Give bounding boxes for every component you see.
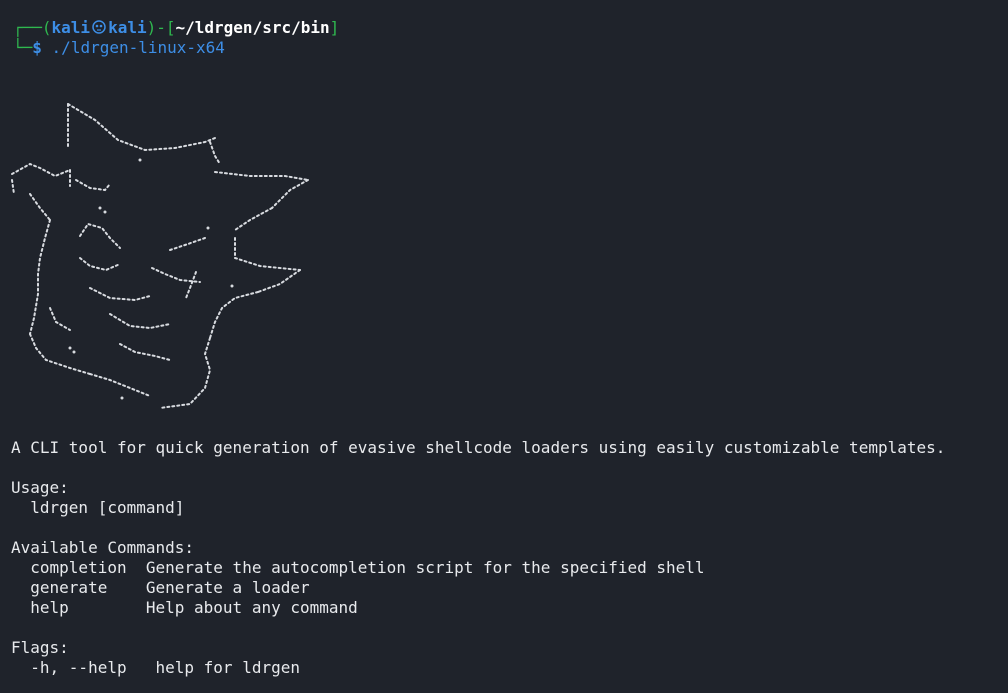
command-row-completion: completion Generate the autocompletion s… — [11, 558, 705, 578]
prompt-path: ~/ldrgen/src/bin — [175, 18, 330, 37]
ascii-art-logo — [10, 98, 320, 418]
command-name: help — [11, 598, 127, 617]
skull-icon — [92, 19, 106, 34]
command-row-help: help Help about any command — [11, 598, 358, 618]
prompt-separator: )-[ — [146, 18, 176, 37]
prompt-user: kali — [51, 18, 91, 37]
command-desc: Generate a loader — [126, 578, 310, 597]
prompt-line-bottom: └─$ ./ldrgen-linux-x64 — [13, 38, 225, 58]
prompt-bracket-close: ] — [329, 18, 340, 37]
commands-header: Available Commands: — [11, 538, 195, 557]
flags-header: Flags: — [11, 638, 69, 657]
command-desc: Help about any command — [126, 598, 358, 617]
terminal-window[interactable]: ┌──(kali kali)-[~/ldrgen/src/bin] └─$ ./l… — [0, 0, 1008, 693]
command-desc: Generate the autocompletion script for t… — [126, 558, 705, 577]
prompt-corner-bottom: └─ — [13, 38, 33, 57]
prompt-line-top: ┌──(kali kali)-[~/ldrgen/src/bin] — [13, 18, 339, 38]
command-text[interactable]: ./ldrgen-linux-x64 — [52, 38, 225, 57]
tool-description: A CLI tool for quick generation of evasi… — [11, 438, 946, 457]
command-row-generate: generate Generate a loader — [11, 578, 310, 598]
usage-line: ldrgen [command] — [11, 498, 185, 517]
usage-header: Usage: — [11, 478, 69, 497]
prompt-dollar: $ — [32, 38, 42, 57]
command-name: generate — [11, 578, 127, 597]
prompt-corner-top: ┌──( — [13, 18, 52, 37]
flags-line: -h, --help help for ldrgen — [11, 658, 300, 677]
command-name: completion — [11, 558, 127, 577]
prompt-host: kali — [108, 18, 147, 37]
